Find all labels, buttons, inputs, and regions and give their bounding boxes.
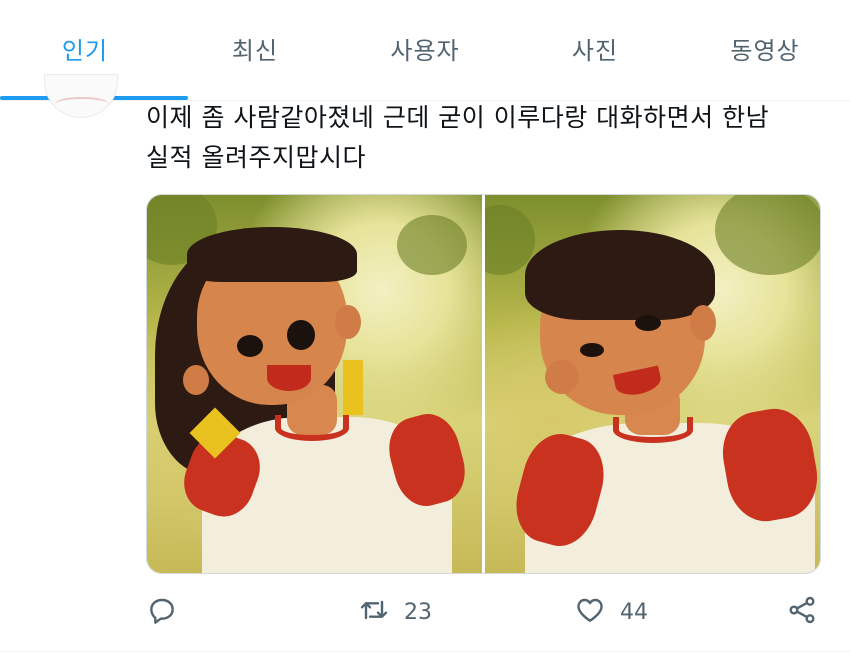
tweet-text: 이제 좀 사람같아졌네 근데 굳이 이루다랑 대화하면서 한남 실적 올려주지맙… [146, 98, 826, 178]
tweet-text-line-2: 실적 올려주지맙시다 [146, 143, 366, 172]
avatar-graphic [55, 97, 109, 111]
media-image-boy[interactable] [485, 195, 820, 573]
search-tabs: 인기 최신 사용자 사진 동영상 [0, 0, 850, 100]
tab-latest[interactable]: 최신 [170, 0, 340, 96]
tweet-actions: 23 44 [146, 590, 826, 634]
reply-icon [146, 594, 178, 630]
retweet-icon [358, 594, 390, 630]
tab-videos[interactable]: 동영상 [680, 0, 850, 96]
avatar[interactable] [44, 74, 118, 118]
retweet-count: 23 [404, 599, 432, 625]
like-button[interactable]: 44 [574, 590, 648, 634]
retweet-button[interactable]: 23 [358, 590, 432, 634]
tab-users[interactable]: 사용자 [340, 0, 510, 96]
like-count: 44 [620, 599, 648, 625]
tweet-divider [0, 651, 850, 652]
hair [525, 230, 715, 320]
tab-photos[interactable]: 사진 [510, 0, 680, 96]
heart-icon [574, 594, 606, 630]
media-image-girl[interactable] [147, 195, 482, 573]
reply-button[interactable] [146, 590, 178, 634]
tweet-media[interactable] [146, 194, 821, 574]
tweet-text-line-1: 이제 좀 사람같아졌네 근데 굳이 이루다랑 대화하면서 한남 [146, 103, 770, 132]
share-icon [786, 594, 818, 630]
share-button[interactable] [786, 590, 818, 634]
